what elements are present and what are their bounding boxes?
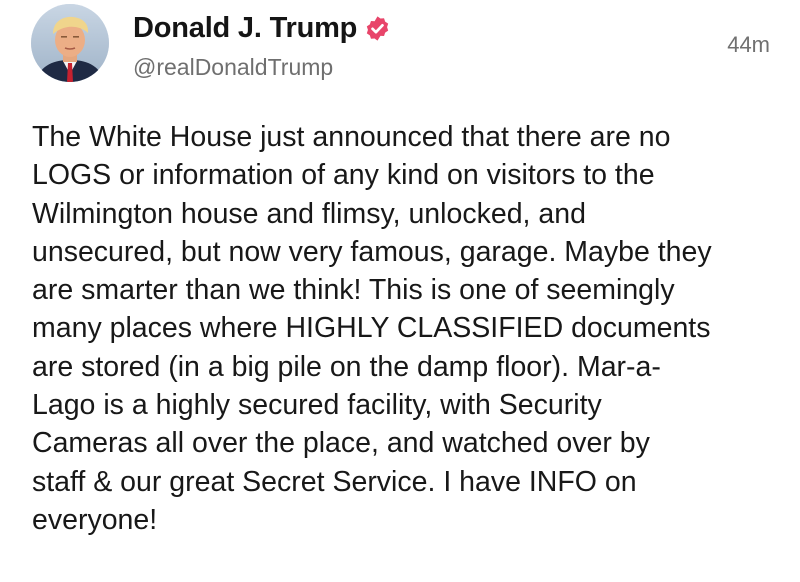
post-body-line: The White House just announced that ther…	[32, 121, 671, 153]
post-body-line: staff & our great Secret Service. I have…	[32, 465, 637, 498]
author-name-row: Donald J. Trump	[133, 10, 391, 46]
post-body-line: unsecured, but now very famous, garage. …	[32, 235, 712, 268]
post-timestamp[interactable]: 44m	[727, 32, 770, 58]
post-body: The White House just announced that ther…	[32, 118, 784, 539]
post-body-line: are stored (in a big pile on the damp fl…	[32, 350, 661, 383]
verified-badge-icon	[364, 15, 391, 42]
author-handle[interactable]: @realDonaldTrump	[133, 54, 391, 81]
author-block: Donald J. Trump @realDonaldTrump	[133, 10, 391, 81]
post-body-line: are smarter than we think! This is one o…	[32, 274, 675, 307]
post-body-line: Cameras all over the place, and watched …	[32, 427, 650, 460]
post-body-line: Lago is a highly secured facility, with …	[32, 389, 602, 422]
post-body-line: Wilmington house and flimsy, unlocked, a…	[32, 197, 586, 230]
post-body-line: LOGS or information of any kind on visit…	[32, 159, 655, 192]
post-body-line: everyone!	[32, 503, 158, 536]
author-display-name[interactable]: Donald J. Trump	[133, 12, 357, 45]
author-avatar[interactable]	[31, 4, 109, 82]
post-card: Donald J. Trump @realDonaldTrump 44m The…	[0, 0, 800, 582]
post-body-line: many places where HIGHLY CLASSIFIED docu…	[32, 312, 711, 345]
avatar-photo-icon	[31, 4, 109, 82]
